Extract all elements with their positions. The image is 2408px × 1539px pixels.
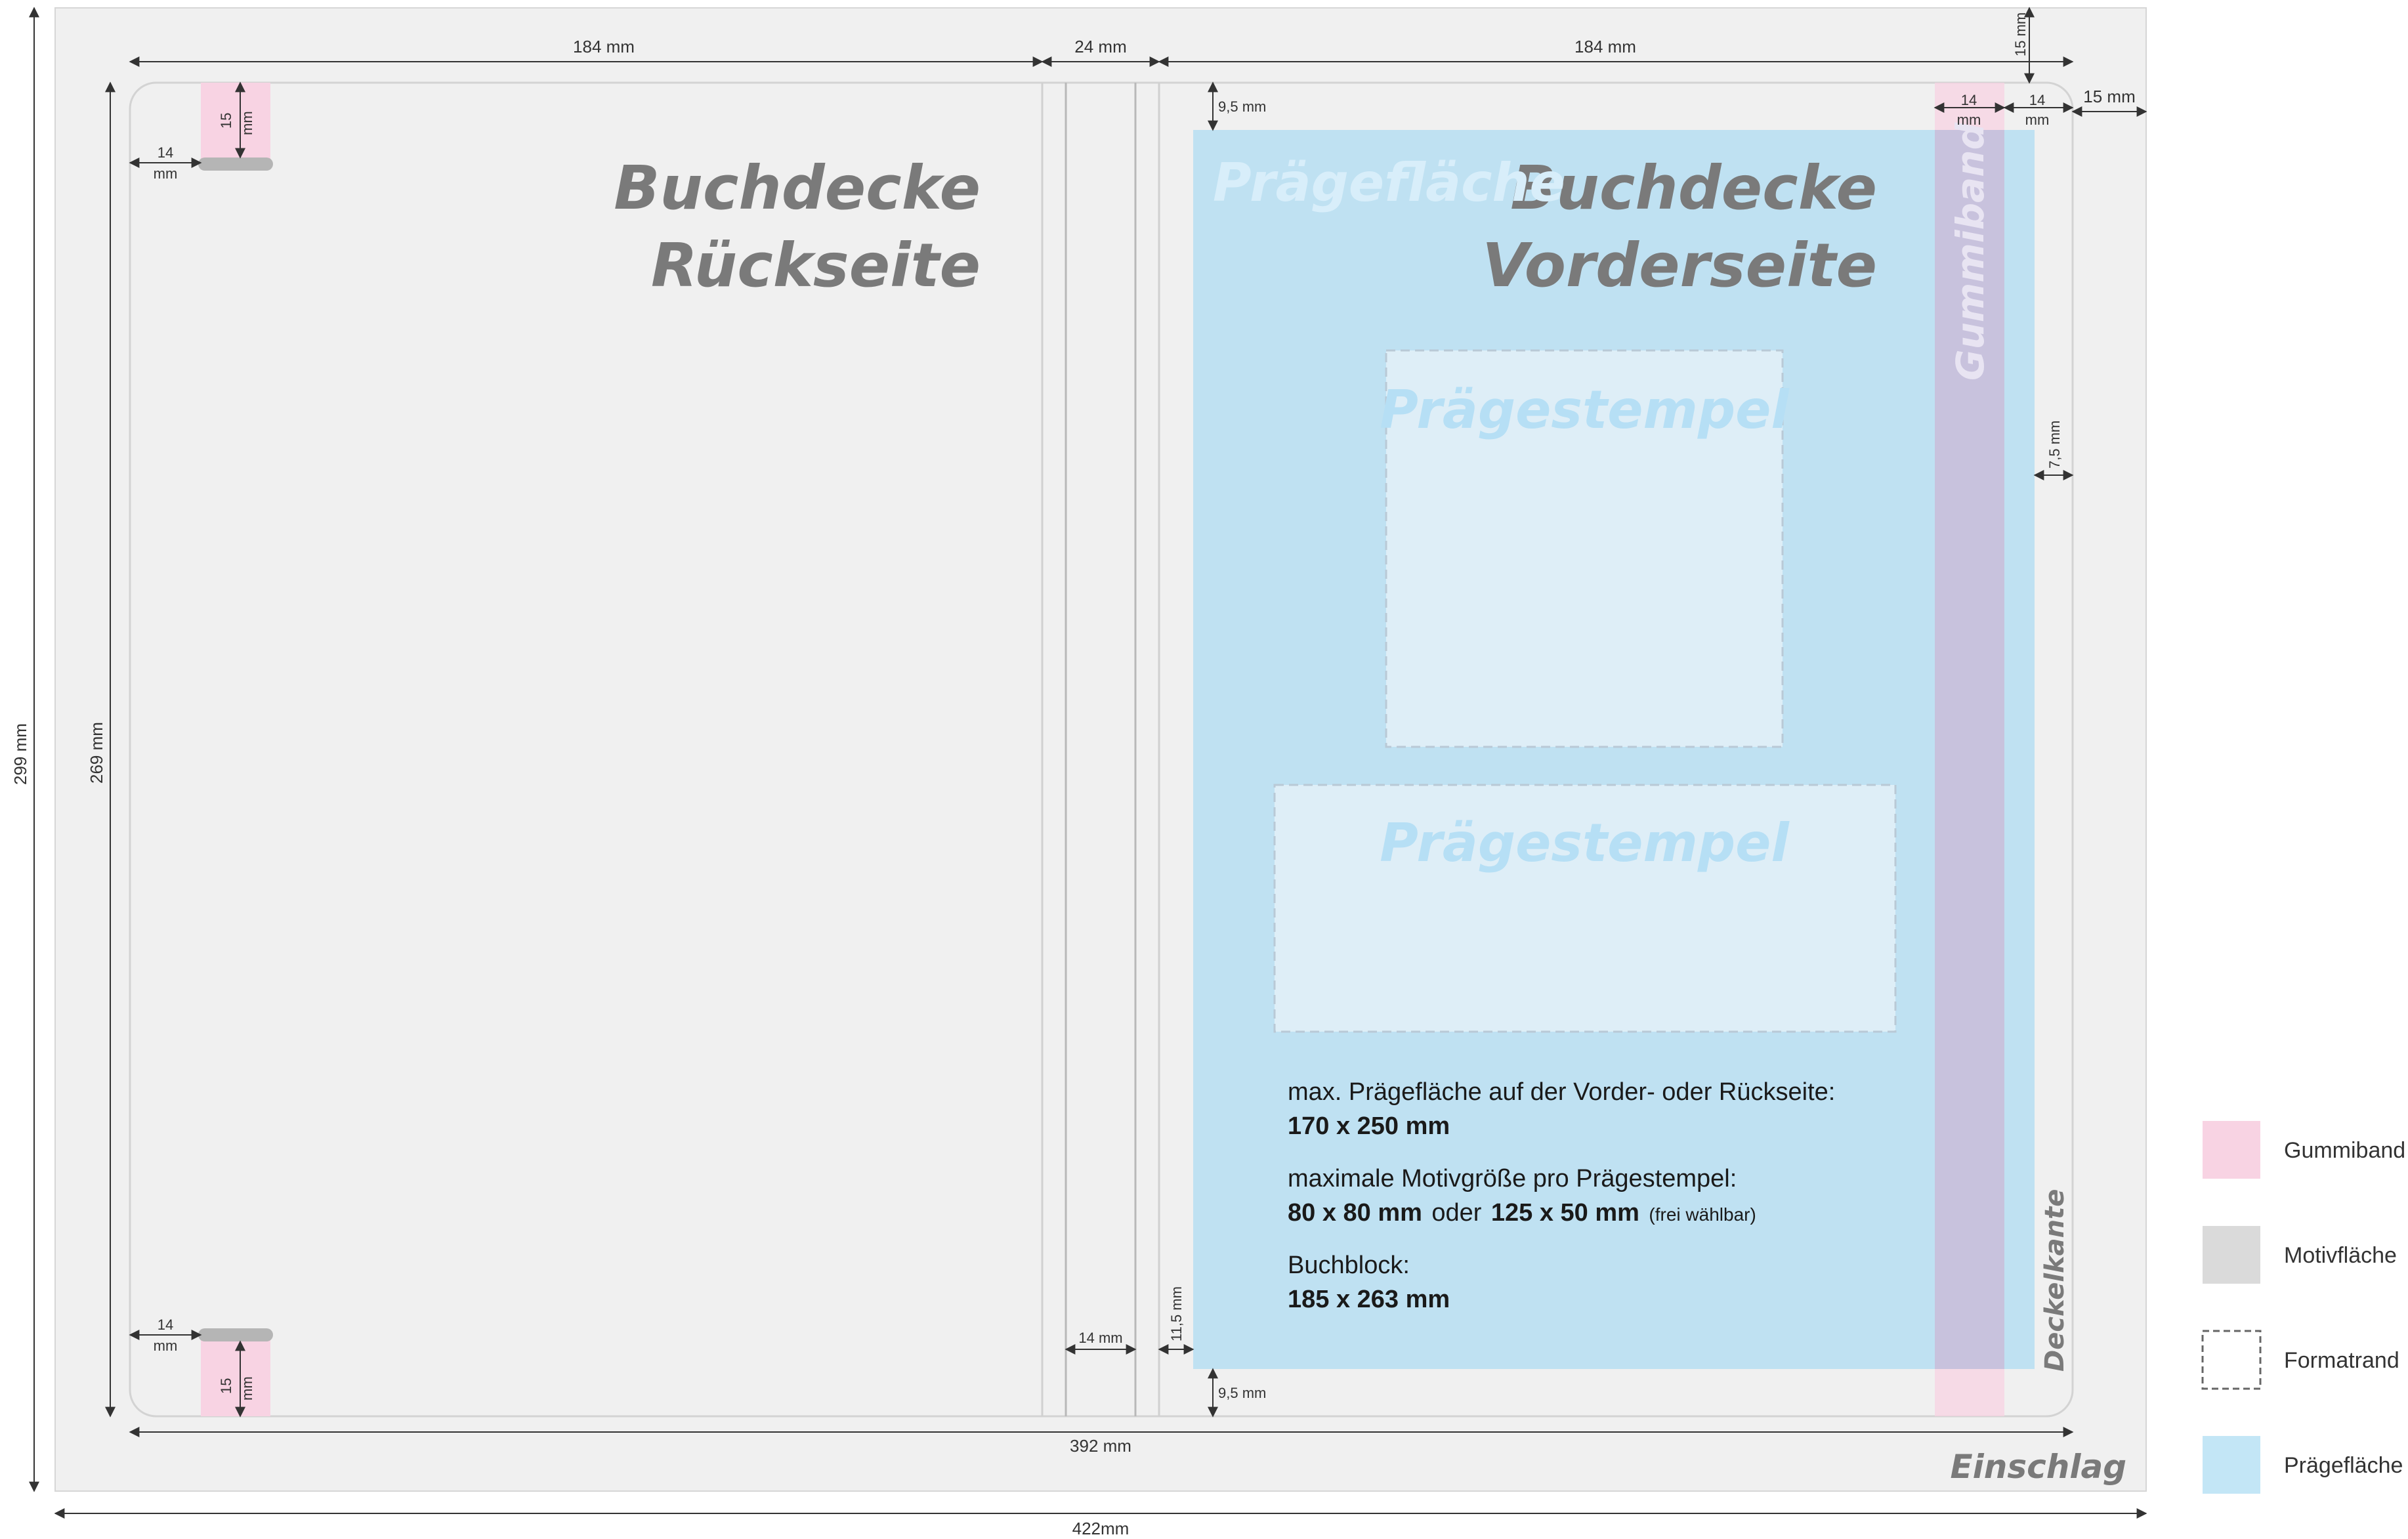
dim-total-height: 299 mm [11,723,30,785]
dim-back-band-top-len-b: mm [239,111,255,135]
rubber-band-anchor-bottom [201,1339,270,1416]
legend-label-rubber-band: Gummiband [2284,1138,2405,1163]
front-title-line2: Vorderseite [1482,230,1877,301]
dim-spine-width: 24 mm [1074,37,1126,56]
dim-cover-width-right: 184 mm [1574,37,1636,56]
dim-cover-width-left: 184 mm [573,37,635,56]
dim-back-band-top-len-a: 15 [218,113,234,129]
dim-band-offset-2-b: mm [2025,112,2050,128]
legend-swatch-format [2201,1330,2262,1390]
info-line2-value-b: 125 x 50 mm [1491,1199,1639,1227]
legend-swatch-embossing [2203,1436,2260,1494]
dim-inner-height: 269 mm [87,722,106,784]
dim-spine-bottom: 11,5 mm [1168,1286,1185,1341]
front-title-line1: Buchdecke [1510,153,1877,223]
dim-band-offset-1-b: mm [1957,112,1981,128]
dim-back-band-bottom-a: 14 [158,1317,173,1333]
cover-edge-label: Deckelkante [2040,1189,2070,1372]
info-line3-value: 185 x 263 mm [1288,1286,1450,1313]
info-line2: maximale Motivgröße pro Prägestempel: [1288,1165,1737,1192]
dim-emboss-top: 9,5 mm [1218,98,1266,115]
legend-swatch-rubber-band [2203,1121,2260,1179]
back-title-line2: Rückseite [651,230,981,301]
info-line2-or: oder [1431,1199,1481,1227]
legend: Gummiband Motivfläche Formatrand Prägefl… [2201,1121,2405,1494]
dim-back-band-top-b: mm [154,165,178,182]
dim-inner-width: 392 mm [1070,1436,1131,1456]
dim-right-margin: 15 mm [2083,87,2135,106]
info-line1: max. Prägefläche auf der Vorder- oder Rü… [1288,1078,1835,1106]
embossing-area-label: Prägefläche [1213,152,1565,213]
dim-spine-inner: 14 mm [1078,1330,1122,1346]
dim-top-margin: 15 mm [2012,12,2029,56]
dim-back-band-bottom-len-b: mm [239,1376,255,1401]
legend-label-embossing: Prägefläche [2284,1453,2403,1478]
rubber-band-label: Gummiband [1948,122,1993,381]
dim-back-band-bottom-len-a: 15 [218,1378,234,1394]
dim-band-offset-1-a: 14 [1961,92,1977,108]
info-line2-value-a: 80 x 80 mm [1288,1199,1422,1227]
motif-tab-top [198,158,273,171]
stamp-label-2: Prägestempel [1380,812,1790,874]
dim-total-width: 422mm [1072,1519,1130,1538]
back-title-line1: Buchdecke [614,153,981,223]
turn-in-label: Einschlag [1950,1448,2126,1486]
info-line2-note: (frei wählbar) [1649,1204,1756,1225]
legend-swatch-motif [2203,1226,2260,1284]
info-line3: Buchblock: [1288,1252,1410,1279]
legend-label-format: Formatrand [2284,1348,2399,1373]
dim-emboss-bottom: 9,5 mm [1218,1385,1266,1401]
info-line1-value: 170 x 250 mm [1288,1112,1450,1140]
dim-back-band-bottom-b: mm [154,1338,178,1354]
dim-emboss-side: 7,5 mm [2046,421,2063,469]
dim-back-band-top-a: 14 [158,144,173,161]
rubber-band-anchor-top [201,83,270,161]
dim-band-offset-2-a: 14 [2029,92,2045,108]
motif-tab-bottom [198,1328,273,1341]
legend-label-motif: Motivfläche [2284,1243,2397,1268]
stamp-label-1: Prägestempel [1380,379,1790,440]
